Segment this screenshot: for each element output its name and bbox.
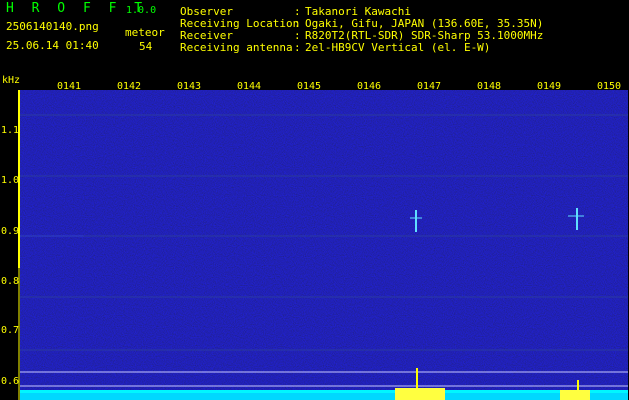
meteor-label: meteor: [125, 26, 165, 39]
x-tick-label: 0150: [597, 81, 621, 92]
x-tick-label: 0148: [477, 81, 501, 92]
app-version: 1.0.0: [126, 5, 157, 16]
x-tick-label: 0145: [297, 81, 321, 92]
y-tick-label: 0.7: [1, 325, 19, 336]
y-unit-label: kHz: [2, 75, 20, 86]
y-tick-label: 1.0: [1, 175, 19, 186]
y-tick-label: 1.1: [1, 125, 19, 136]
file-name: 2506140140.png: [6, 20, 99, 33]
y-ticks: 1.1 1.0 0.9 0.8 0.7 0.6: [1, 125, 19, 387]
antenna-colon: :: [294, 41, 301, 54]
spectrogram: kHz 0141 0142 0143 0144 0145 0146 0147 0…: [1, 75, 628, 400]
meteor-count: 54: [139, 40, 153, 53]
antenna-label: Receiving antenna: [180, 41, 293, 54]
x-tick-label: 0146: [357, 81, 381, 92]
antenna-value: 2el-HB9CV Vertical (el. E-W): [305, 41, 491, 54]
header-panel: H R O F F T 1.0.0 2506140140.png meteor …: [0, 0, 629, 72]
x-tick-label: 0142: [117, 81, 141, 92]
y-tick-label: 0.8: [1, 276, 19, 287]
x-tick-label: 0147: [417, 81, 441, 92]
x-tick-label: 0144: [237, 81, 261, 92]
x-tick-label: 0143: [177, 81, 201, 92]
x-tick-label: 0141: [57, 81, 81, 92]
y-tick-label: 0.9: [1, 226, 19, 237]
y-tick-label: 0.6: [1, 376, 19, 387]
x-tick-label: 0149: [537, 81, 561, 92]
timestamp: 25.06.14 01:40: [6, 39, 99, 52]
